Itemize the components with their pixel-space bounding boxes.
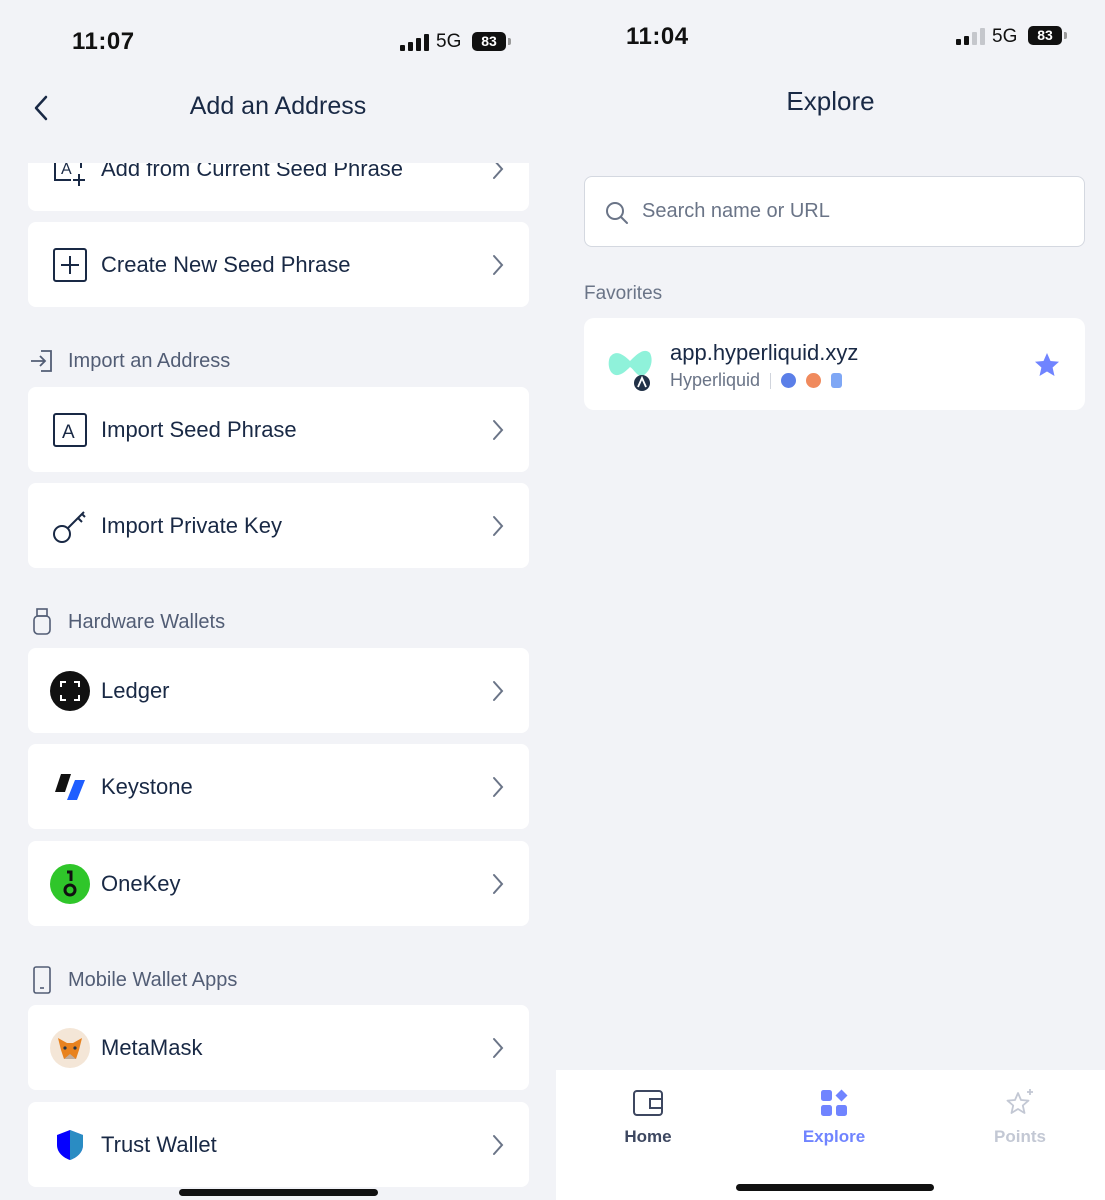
plus-square-icon xyxy=(50,245,90,285)
row-label: Trust Wallet xyxy=(101,1131,217,1157)
mobile-phone-icon xyxy=(28,966,56,994)
chevron-right-icon xyxy=(493,163,504,179)
section-title: Hardware Wallets xyxy=(68,610,226,633)
trust-wallet-button[interactable]: Trust Wallet xyxy=(28,1102,529,1187)
letter-a-box-icon: A xyxy=(50,410,90,450)
network-type: 5G xyxy=(992,26,1018,47)
section-title: Import an Address xyxy=(68,349,231,372)
add-from-current-seed-button[interactable]: A Add from Current Seed Phrase xyxy=(28,163,529,211)
wallet-icon xyxy=(633,1090,663,1116)
star-filled-icon[interactable] xyxy=(1033,351,1061,379)
chain-badge-icon xyxy=(831,373,843,388)
home-indicator[interactable] xyxy=(179,1189,378,1196)
tab-label: Explore xyxy=(802,1127,866,1146)
home-indicator[interactable] xyxy=(736,1184,934,1191)
page-title: Explore xyxy=(786,86,875,116)
tab-explore[interactable]: Explore xyxy=(774,1088,894,1147)
sparkle-star-icon xyxy=(1006,1089,1033,1114)
search-icon xyxy=(606,202,628,224)
row-label: MetaMask xyxy=(101,1034,203,1060)
search-placeholder: Search name or URL xyxy=(642,200,830,222)
status-bar: 11:04 5G 83 xyxy=(556,0,1105,70)
tab-label: Points xyxy=(994,1127,1046,1146)
chevron-right-icon xyxy=(493,254,504,275)
mobile-section-header: Mobile Wallet Apps xyxy=(28,965,237,995)
metamask-fox-icon xyxy=(50,1027,90,1068)
page-title: Add an Address xyxy=(189,92,367,120)
search-input[interactable]: Search name or URL xyxy=(584,176,1085,247)
status-time: 11:04 xyxy=(626,23,689,50)
row-label: Create New Seed Phrase xyxy=(101,251,351,277)
apps-grid-icon xyxy=(821,1089,848,1116)
create-new-seed-button[interactable]: Create New Seed Phrase xyxy=(28,222,529,307)
chevron-right-icon xyxy=(493,1037,504,1058)
chain-badge-icon xyxy=(806,373,822,388)
chevron-right-icon xyxy=(493,515,504,536)
row-label: Import Seed Phrase xyxy=(101,416,297,442)
chevron-right-icon xyxy=(493,1134,504,1155)
onekey-logo-icon xyxy=(50,863,90,904)
row-label: Keystone xyxy=(101,773,193,799)
add-address-screen: 11:07 5G 83 Add an Address A Add from Cu… xyxy=(0,0,556,1200)
battery-icon: 83 xyxy=(1028,26,1067,45)
ledger-logo-icon xyxy=(50,670,90,711)
chevron-right-icon xyxy=(493,873,504,894)
svg-text:A: A xyxy=(61,163,72,178)
explore-screen: 11:04 5G 83 Explore Search name or URL F… xyxy=(556,0,1105,1200)
keystone-button[interactable]: Keystone xyxy=(28,744,529,829)
address-options-list: A Add from Current Seed Phrase Create Ne… xyxy=(0,163,556,1200)
signal-icon xyxy=(400,33,429,51)
hyperliquid-logo-icon xyxy=(608,350,652,391)
trust-wallet-shield-icon xyxy=(50,1125,90,1165)
divider xyxy=(770,372,772,389)
status-bar: 11:07 5G 83 xyxy=(0,0,556,70)
signal-icon xyxy=(956,27,985,45)
add-seed-icon: A xyxy=(50,163,90,189)
chevron-right-icon xyxy=(493,419,504,440)
import-seed-phrase-button[interactable]: A Import Seed Phrase xyxy=(28,387,529,472)
import-arrow-icon xyxy=(28,347,56,375)
favorite-dapp-card[interactable]: app.hyperliquid.xyz Hyperliquid xyxy=(584,318,1085,410)
battery-icon: 83 xyxy=(472,32,511,51)
import-private-key-button[interactable]: Import Private Key xyxy=(28,483,529,568)
row-label: Import Private Key xyxy=(101,512,282,538)
network-type: 5G xyxy=(436,31,462,52)
row-label: Ledger xyxy=(101,677,170,703)
chevron-right-icon xyxy=(493,680,504,701)
key-icon xyxy=(50,506,90,546)
section-title: Mobile Wallet Apps xyxy=(68,968,238,991)
tab-home[interactable]: Home xyxy=(588,1088,708,1147)
chain-badge-icon xyxy=(781,373,797,388)
row-label: Add from Current Seed Phrase xyxy=(101,163,404,181)
hardware-section-header: Hardware Wallets xyxy=(28,607,225,637)
ledger-button[interactable]: Ledger xyxy=(28,648,529,733)
favorites-label: Favorites xyxy=(584,283,663,304)
favorite-subtitle: Hyperliquid xyxy=(670,370,852,391)
bottom-tab-bar: Home Explore Points xyxy=(556,1070,1105,1200)
onekey-button[interactable]: OneKey xyxy=(28,841,529,926)
usb-device-icon xyxy=(28,608,56,636)
status-time: 11:07 xyxy=(72,28,135,55)
import-section-header: Import an Address xyxy=(28,346,230,376)
row-label: OneKey xyxy=(101,870,181,896)
tab-points[interactable]: Points xyxy=(960,1088,1080,1147)
chevron-right-icon xyxy=(493,776,504,797)
favorite-url: app.hyperliquid.xyz xyxy=(670,340,859,365)
tab-label: Home xyxy=(624,1127,672,1146)
keystone-logo-icon xyxy=(50,767,90,807)
favorite-name: Hyperliquid xyxy=(670,370,761,390)
svg-text:A: A xyxy=(62,422,75,443)
metamask-button[interactable]: MetaMask xyxy=(28,1005,529,1090)
